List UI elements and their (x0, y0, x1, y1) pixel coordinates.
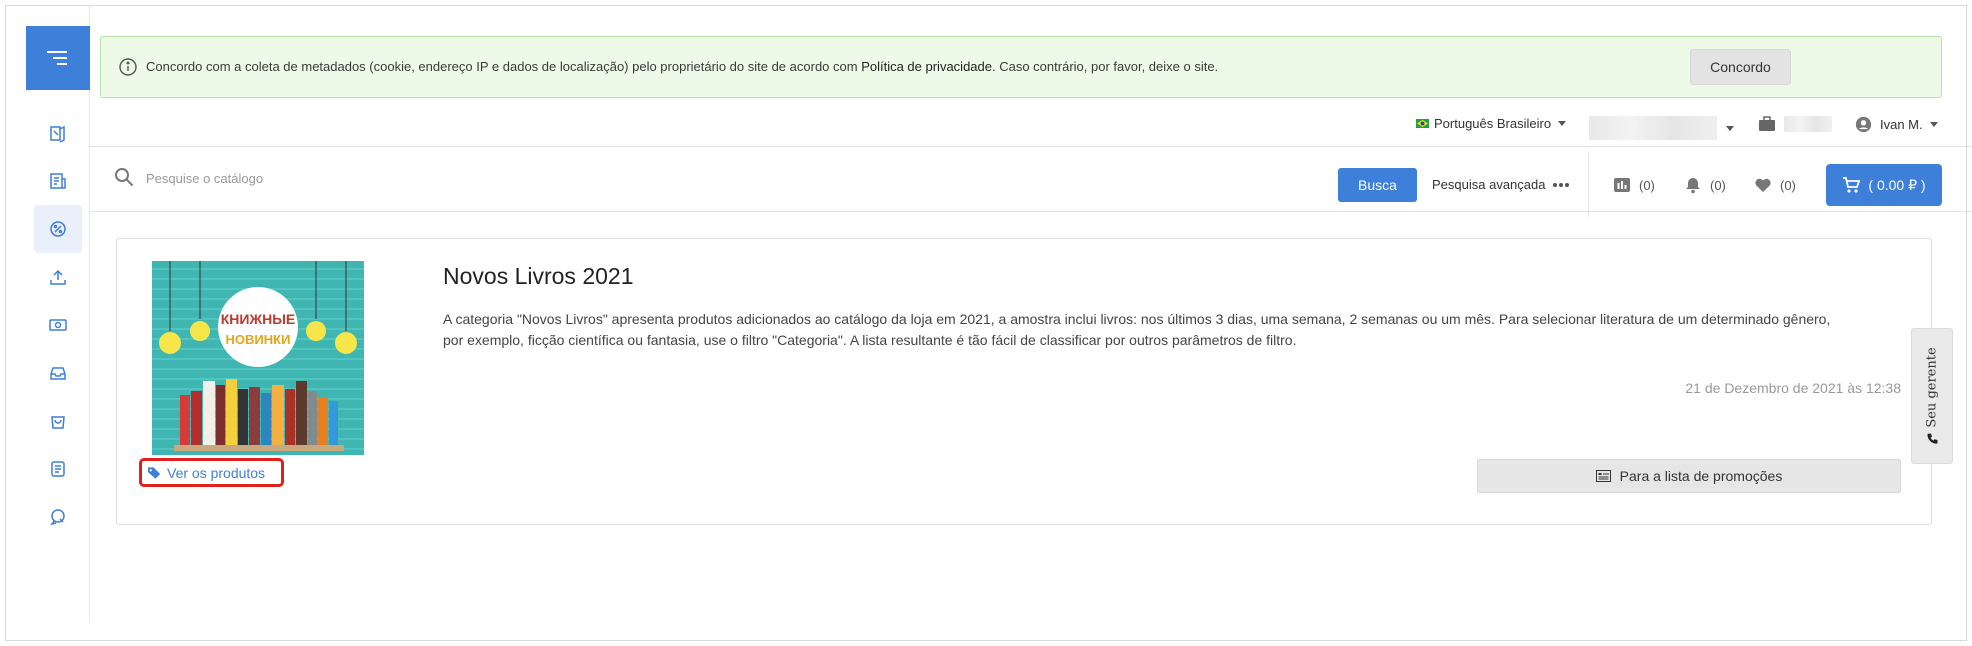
sidebar-item-shop[interactable] (34, 397, 82, 445)
search-button[interactable]: Busca (1338, 168, 1417, 202)
orders-icon (50, 173, 66, 189)
phone-icon (1927, 433, 1937, 444)
sidebar-item-upload[interactable] (34, 253, 82, 301)
chevron-down-icon (1726, 125, 1734, 131)
advanced-search-label: Pesquisa avançada (1432, 177, 1546, 192)
chevron-down-icon (1929, 122, 1938, 127)
document-icon (51, 461, 65, 477)
promo-title: Novos Livros 2021 (443, 263, 634, 289)
user-avatar-icon (1855, 116, 1872, 133)
agree-button[interactable]: Concordo (1690, 49, 1791, 85)
cash-icon (49, 319, 67, 331)
heart-icon (1755, 178, 1771, 192)
advanced-search-link[interactable]: Pesquisa avançada (1432, 177, 1570, 192)
divider (1588, 151, 1589, 217)
promo-image-text-2: НОВИНКИ (226, 332, 291, 347)
brazil-flag-icon (1416, 119, 1429, 128)
briefcase-account[interactable] (1758, 116, 1832, 132)
cookie-consent-banner: Concordo com a coleta de metadados (cook… (100, 36, 1942, 98)
sidebar (6, 6, 90, 622)
menu-toggle-button[interactable] (26, 26, 90, 90)
view-products-link[interactable]: Ver os produtos (139, 458, 284, 487)
consent-text-before: Concordo com a coleta de metadados (cook… (146, 59, 862, 74)
upload-icon (50, 269, 66, 285)
book-icon (50, 125, 65, 143)
list-card-icon (1595, 470, 1611, 482)
compare-counter[interactable]: (0) (1613, 176, 1655, 194)
cart-button[interactable]: ( 0.00 ₽ ) (1826, 164, 1942, 206)
consent-text-after: . Caso contrário, por favor, deixe o sit… (992, 59, 1219, 74)
compare-chart-icon (1614, 178, 1630, 192)
language-label: Português Brasileiro (1434, 116, 1552, 131)
promotions-list-label: Para a lista de promoções (1619, 468, 1783, 484)
promo-image-text-1: КНИЖНЫЕ (221, 311, 296, 327)
sidebar-item-inbox[interactable] (34, 349, 82, 397)
tags-icon (147, 466, 161, 479)
sidebar-item-orders[interactable] (34, 157, 82, 205)
promo-image[interactable]: КНИЖНЫЕ НОВИНКИ (152, 261, 364, 455)
shopping-bag-icon (51, 416, 65, 429)
compare-count: (0) (1639, 177, 1655, 193)
user-name: Ivan M. (1880, 117, 1923, 132)
more-dots-icon (1553, 182, 1570, 187)
inbox-icon (50, 367, 66, 380)
privacy-policy-link[interactable]: Política de privacidade (861, 59, 992, 74)
search-icon (115, 168, 134, 187)
promo-date: 21 de Dezembro de 2021 às 12:38 (1685, 380, 1901, 396)
notifications-count: (0) (1710, 177, 1726, 193)
sidebar-item-support[interactable] (34, 493, 82, 541)
wishlist-counter[interactable]: (0) (1754, 176, 1796, 194)
sidebar-item-catalog[interactable] (34, 109, 82, 157)
promo-description: A categoria "Novos Livros" apresenta pro… (443, 311, 1831, 348)
chevron-down-icon (1558, 121, 1567, 126)
view-products-label: Ver os produtos (167, 464, 266, 481)
promotions-list-button[interactable]: Para a lista de promoções (1477, 459, 1901, 493)
sidebar-item-payments[interactable] (34, 301, 82, 349)
notifications-counter[interactable]: (0) (1684, 176, 1726, 194)
app-window: Concordo com a coleta de metadados (cook… (5, 5, 1972, 641)
divider (90, 211, 1972, 212)
hamburger-icon (47, 51, 67, 65)
redacted-balance (1784, 116, 1832, 132)
briefcase-icon (1759, 116, 1775, 131)
cart-total: ( 0.00 ₽ ) (1868, 176, 1926, 193)
bell-icon (1686, 178, 1700, 194)
manager-side-tab[interactable]: Seu gerente (1911, 328, 1953, 464)
language-selector[interactable]: Português Brasileiro (1416, 116, 1567, 131)
sidebar-item-documents[interactable] (34, 445, 82, 493)
promotion-card: КНИЖНЫЕ НОВИНКИ Ver os produtos Novos Li… (116, 238, 1932, 525)
chat-icon (50, 509, 65, 526)
divider (90, 146, 1972, 147)
manager-tab-label: Seu gerente (1924, 347, 1940, 428)
discount-icon (50, 221, 66, 237)
cart-icon (1843, 177, 1861, 193)
search-input[interactable] (146, 166, 946, 190)
consent-text: Concordo com a coleta de metadados (cook… (146, 59, 1218, 74)
wishlist-count: (0) (1780, 177, 1796, 193)
user-menu[interactable]: Ivan M. (1855, 116, 1938, 133)
info-icon (119, 58, 137, 76)
redacted-store-name (1589, 116, 1717, 140)
sidebar-item-promotions[interactable] (34, 205, 82, 253)
store-selector[interactable] (1589, 116, 1734, 140)
